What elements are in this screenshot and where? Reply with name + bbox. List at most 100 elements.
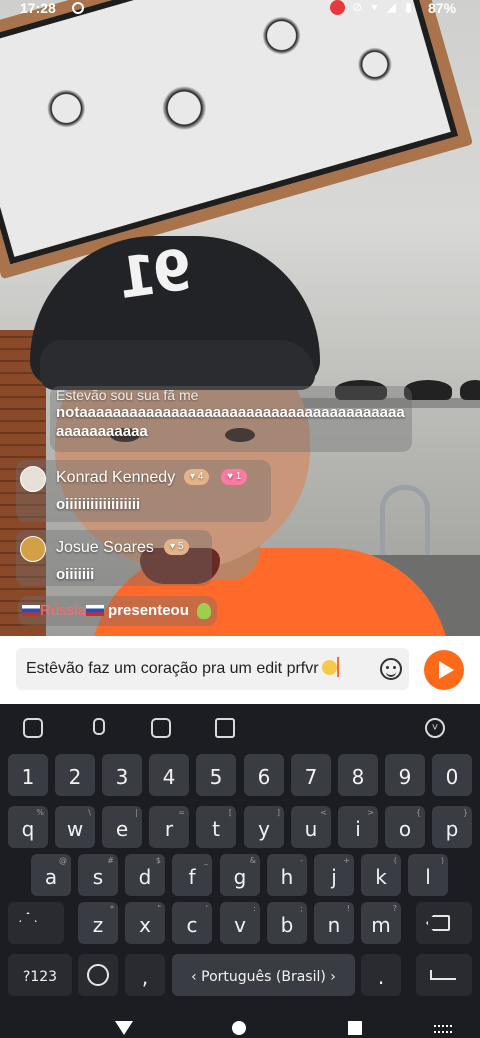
space-arrow-right: › [330,969,336,985]
comment-input[interactable]: Estêvão faz um coração pra um edit prfvr [16,648,409,690]
chat-comment[interactable]: Estevão sou sua fã me notaaaaaaaaaaaaaaa… [50,386,412,452]
comment-message: oiiiiiii [56,566,95,583]
key-q[interactable]: % q [8,806,48,848]
key-s[interactable]: # s [78,854,118,896]
notification-icon [72,2,84,14]
russia-flag-icon [22,605,40,616]
key-c[interactable]: ' c [172,902,212,944]
key-u[interactable]: < u [291,806,331,848]
cap-logo: 91 [117,237,197,312]
user-avatar[interactable] [20,536,46,562]
user-level-badge: ▾ 5 [164,539,190,555]
key-3[interactable]: 3 [102,754,142,796]
comment-preview-text: Estevão sou sua fã me [56,387,199,403]
send-button[interactable] [424,650,464,690]
keyboard: ˅ 1 2 3 4 5 6 7 8 9 0 % q \ w | e = r [t ] y … [0,704,480,1010]
user-avatar[interactable] [20,466,46,492]
key-j[interactable]: + j [314,854,354,896]
key-e[interactable]: | e [102,806,142,848]
space-arrow-left: ‹ [191,969,197,985]
key-0[interactable]: 0 [432,754,472,796]
backspace-key[interactable] [416,902,472,944]
key-6[interactable]: 6 [244,754,284,796]
key-8[interactable]: 8 [338,754,378,796]
key-2[interactable]: 2 [55,754,95,796]
space-key[interactable]: ‹ Português (Brasil) › [172,954,355,996]
keyboard-row-a: @ a # s $ d _ f & g -h + j (k ) l [0,854,480,900]
ceiling-grill [0,0,459,265]
enter-icon [430,970,456,980]
space-language-label: Português (Brasil) [201,969,326,985]
gift-notification: Rússia presenteou [18,596,217,626]
screen-record-icon [330,0,345,15]
shift-key[interactable] [8,902,64,944]
emoji-keyboard-icon[interactable] [151,718,171,738]
key-7[interactable]: 7 [291,754,331,796]
key-z[interactable]: * z [78,902,118,944]
key-y[interactable]: ] y [244,806,284,848]
status-bar: 17:28 ⊘ ▾ ◢ ▮ 87% [0,0,480,18]
gift-country: Rússia [40,602,86,619]
enter-key[interactable] [416,954,472,996]
recents-icon[interactable] [348,1021,362,1035]
key-a[interactable]: @ a [31,854,71,896]
key-5[interactable]: 5 [196,754,236,796]
key-k[interactable]: (k [361,854,401,896]
chat-comment[interactable]: Konrad Kennedy ▾ 4 ♥ 1 oiiiiiiiiiiiiiiii… [16,460,271,522]
keyboard-row-z: * z " x ' c :v ; b ! n ? m [0,902,480,948]
fan-level-badge: ♥ 1 [221,469,248,485]
keyboard-row-numbers: 1 2 3 4 5 6 7 8 9 0 [0,754,480,800]
chat-comment[interactable]: Josue Soares ▾ 5 oiiiiiii [16,530,212,586]
gift-icon [196,603,211,619]
comment-username[interactable]: Josue Soares [56,539,154,557]
key-4[interactable]: 4 [149,754,189,796]
key-x[interactable]: " x [125,902,165,944]
key-h[interactable]: -h [267,854,307,896]
period-key[interactable]: . [361,954,401,996]
keyboard-switch-icon[interactable] [434,1025,452,1033]
collapse-keyboard-icon[interactable]: ˅ [425,718,445,738]
ceiling-decoration [0,0,474,280]
battery-level: 87% [428,0,457,16]
key-i[interactable]: > i [338,806,378,848]
key-t[interactable]: [t [196,806,236,848]
key-9[interactable]: 9 [385,754,425,796]
comment-input-bar: Estêvão faz um coração pra um edit prfvr [0,636,480,704]
russia-flag-icon [85,605,104,616]
status-time: 17:28 [20,0,56,16]
key-v[interactable]: :v [220,902,260,944]
key-b[interactable]: ; b [267,902,307,944]
keyboard-row-bottom: ?123 , ‹ Português (Brasil) › . [0,954,480,1000]
emoji-picker-icon[interactable] [380,658,402,680]
shift-icon [19,912,37,930]
backspace-icon [426,915,450,931]
home-icon[interactable] [232,1021,246,1035]
text-cursor [336,657,339,677]
key-d[interactable]: $ d [125,854,165,896]
smiley-icon [87,964,109,986]
emoji-key[interactable] [78,954,118,996]
comment-username[interactable]: Konrad Kennedy [56,469,175,487]
pleading-face-icon [321,660,337,675]
comma-key[interactable]: , [125,954,165,996]
key-w[interactable]: \ w [55,806,95,848]
faucet [380,485,430,555]
key-n[interactable]: ! n [314,902,354,944]
key-m[interactable]: ? m [361,902,401,944]
keyboard-row-q: % q \ w | e = r [t ] y < u > i {o } p [0,806,480,852]
microphone-icon[interactable] [87,718,107,738]
comment-message: oiiiiiiiiiiiiiiiiii [56,496,141,513]
key-1[interactable]: 1 [8,754,48,796]
key-g[interactable]: & g [220,854,260,896]
sticker-icon[interactable] [23,718,43,738]
key-l[interactable]: ) l [408,854,448,896]
back-icon[interactable] [115,1021,133,1035]
pan [460,380,480,400]
key-o[interactable]: {o [385,806,425,848]
key-p[interactable]: } p [432,806,472,848]
signal-wifi-icons: ⊘ ▾ ◢ ▮ [352,0,415,14]
key-f[interactable]: _ f [172,854,212,896]
key-r[interactable]: = r [149,806,189,848]
clipboard-icon[interactable] [215,718,235,738]
symbols-key[interactable]: ?123 [8,954,72,996]
